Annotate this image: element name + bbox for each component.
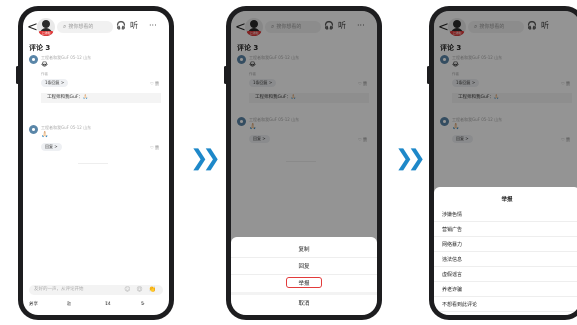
search-placeholder: 搜你想看的 xyxy=(68,24,94,30)
comment-1[interactable]: 工程者和我GuF 05-12 山东 😂 作者 1条回复 > ♡ 赞 工程师和我G… xyxy=(29,55,163,125)
more-icon[interactable]: ··· xyxy=(149,20,157,32)
comment-2[interactable]: 工程者和我GuF 05-12 山东 🙏🏻 回复 > ♡ 赞 xyxy=(29,125,163,165)
action-sheet: 复制 回复 举报 取消 xyxy=(231,237,377,315)
reply-preview[interactable]: 工程师和我GuF：🙏🏻 xyxy=(41,93,161,103)
comments-title: 评论 3 xyxy=(29,44,51,52)
separator xyxy=(231,257,377,258)
avatar[interactable]: 上线啦 xyxy=(37,18,55,36)
reply-count-pill[interactable]: 1条回复 > xyxy=(41,79,69,87)
comment-author: 工程者和我GuF 05-12 山东 xyxy=(41,125,92,130)
comment-input[interactable]: 友好的一声，从评论开始 😊 😍 👏 xyxy=(29,285,163,295)
report-reason-item[interactable]: 违法信息 xyxy=(442,256,462,263)
comment-input-placeholder: 友好的一声，从评论开始 xyxy=(34,287,84,292)
next-step-arrow: ❯❯ xyxy=(190,146,221,171)
separator xyxy=(434,266,577,267)
comment-emoji: 🙏🏻 xyxy=(41,131,49,138)
comment-author: 工程者和我GuF 05-12 山东 xyxy=(41,55,92,60)
screen-comments: < 上线啦 ⌕ 搜你想看的 🎧 听 ··· 评论 3 工程者和我GuF 05-12… xyxy=(23,11,169,315)
phone-2: < 上线啦 ⌕ 搜你想看的 🎧 听 ··· 评论 3 工程者和我GuF 05-12… xyxy=(224,6,382,320)
separator xyxy=(434,251,577,252)
separator xyxy=(434,311,577,312)
headphones-icon[interactable]: 🎧 xyxy=(116,20,126,32)
commenter-avatar[interactable] xyxy=(29,55,38,64)
avatar-tag: 上线啦 xyxy=(39,31,53,36)
report-reason-item[interactable]: 养老诈骗 xyxy=(442,286,462,293)
menu-reply[interactable]: 回复 xyxy=(231,262,377,270)
screen-long-press-menu: < 上线啦 ⌕ 搜你想看的 🎧 听 ··· 评论 3 工程者和我GuF 05-12… xyxy=(231,11,377,315)
phone-3: < 上线啦 ⌕ 搜你想看的 🎧 听 评论 3 工程者和我GuF 05-12 山东 … xyxy=(427,6,577,320)
volume-button xyxy=(427,66,430,84)
divider xyxy=(78,163,108,164)
search-input[interactable]: ⌕ 搜你想看的 xyxy=(57,21,113,33)
report-reason-item[interactable]: 不想看到此评论 xyxy=(442,301,477,308)
action-bar: ⇗ 分享 ▢ 3 ♡ 14 ☆ 5 xyxy=(27,300,165,310)
menu-report[interactable]: 举报 xyxy=(231,279,377,287)
separator xyxy=(434,296,577,297)
like-button[interactable]: ♡ 赞 xyxy=(150,145,159,151)
report-reason-item[interactable]: 涉嫌色情 xyxy=(442,211,462,218)
author-note: 作者 xyxy=(41,72,48,76)
top-bar: < 上线啦 ⌕ 搜你想看的 🎧 听 ··· xyxy=(23,18,169,40)
next-step-arrow: ❯❯ xyxy=(395,146,426,171)
volume-button xyxy=(224,66,227,84)
screen-report-reasons: < 上线啦 ⌕ 搜你想看的 🎧 听 评论 3 工程者和我GuF 05-12 山东 … xyxy=(434,11,577,315)
comment-emoji: 😂 xyxy=(41,61,49,68)
reply-pill[interactable]: 回复 > xyxy=(41,143,62,151)
volume-button xyxy=(16,66,19,84)
commenter-avatar[interactable] xyxy=(29,125,38,134)
separator xyxy=(231,292,377,295)
phone-1: < 上线啦 ⌕ 搜你想看的 🎧 听 ··· 评论 3 工程者和我GuF 05-12… xyxy=(16,6,174,320)
search-icon: ⌕ xyxy=(63,23,67,30)
quick-emoji-bar[interactable]: 😊 😍 👏 xyxy=(124,285,158,295)
separator xyxy=(434,221,577,222)
report-reason-item[interactable]: 虚假谣言 xyxy=(442,271,462,278)
menu-cancel[interactable]: 取消 xyxy=(231,299,377,307)
separator xyxy=(434,281,577,282)
report-reason-item[interactable]: 营销广告 xyxy=(442,226,462,233)
report-sheet: 举报 涉嫌色情营销广告网络暴力违法信息虚假谣言养老诈骗不想看到此评论 xyxy=(434,187,577,315)
report-reason-item[interactable]: 网络暴力 xyxy=(442,241,462,248)
separator xyxy=(434,236,577,237)
listen-button[interactable]: 听 xyxy=(130,20,138,32)
separator xyxy=(231,274,377,275)
report-title: 举报 xyxy=(501,197,513,203)
menu-copy[interactable]: 复制 xyxy=(231,245,377,253)
like-button[interactable]: ♡ 赞 xyxy=(150,81,159,87)
